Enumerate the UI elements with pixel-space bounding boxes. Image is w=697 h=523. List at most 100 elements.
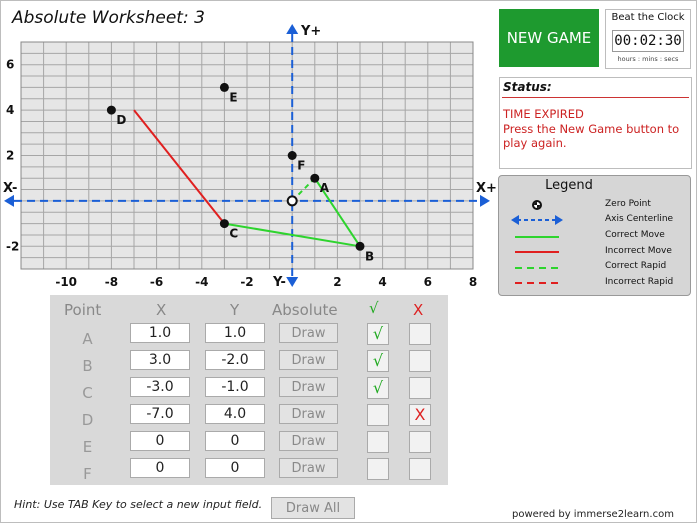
y-plus-label: Y+ xyxy=(301,24,322,39)
hint-text: Hint: Use TAB Key to select a new input … xyxy=(14,498,263,511)
x-plus-arrow-icon xyxy=(480,194,490,207)
row-a-point: A xyxy=(82,330,93,348)
point-c-label: C xyxy=(229,227,238,241)
beat-the-clock: Beat the Clock 00:02:30 hours : mins : s… xyxy=(605,9,691,69)
point-d-marker xyxy=(106,105,116,115)
y-plus-arrow-icon xyxy=(286,24,299,34)
x-tick-label: 2 xyxy=(333,275,341,289)
row-e-correct-box xyxy=(367,431,389,453)
row-d-incorrect-box: X xyxy=(409,404,431,426)
x-tick-label: -2 xyxy=(240,275,253,289)
legend-panel: Legend Zero Point Axis Centerline Correc… xyxy=(498,175,691,296)
point-a-marker xyxy=(310,173,320,183)
clock-time: 00:02:30 xyxy=(612,30,684,52)
clock-label: Beat the Clock xyxy=(611,12,685,23)
y-minus-label: Y- xyxy=(273,275,286,290)
legend-label-correct-move: Correct Move xyxy=(605,230,665,240)
column-header-y: Y xyxy=(230,301,240,319)
axis-centerline-icon xyxy=(511,215,563,225)
row-c-point: C xyxy=(82,384,93,402)
y-tick-label: -2 xyxy=(6,239,19,253)
row-a-draw-button[interactable]: Draw xyxy=(279,323,338,343)
x-minus-arrow-icon xyxy=(4,194,14,207)
y-minus-arrow-icon xyxy=(286,277,299,287)
status-message-instructions: Press the New Game button to play again. xyxy=(503,122,680,150)
status-divider xyxy=(502,97,689,98)
y-tick-label: 2 xyxy=(6,149,14,163)
y-tick-label: 4 xyxy=(6,103,14,117)
row-e-point: E xyxy=(82,438,93,456)
row-a-x-input[interactable]: 1.0 xyxy=(130,323,190,343)
row-a-y-input[interactable]: 1.0 xyxy=(205,323,265,343)
row-f-draw-button[interactable]: Draw xyxy=(279,458,338,478)
new-game-button[interactable]: NEW GAME xyxy=(499,9,599,67)
x-tick-label: -6 xyxy=(150,275,163,289)
column-header-x: X xyxy=(156,301,167,319)
legend-label-correct-rapid: Correct Rapid xyxy=(605,261,667,271)
column-header-check: √ xyxy=(369,299,379,317)
x-tick-label: -8 xyxy=(105,275,118,289)
row-d-correct-box xyxy=(367,404,389,426)
column-header-absolute: Absolute xyxy=(272,301,338,319)
x-minus-label: X- xyxy=(3,181,18,196)
point-e-label: E xyxy=(229,90,237,104)
row-e-y-input[interactable]: 0 xyxy=(205,431,265,451)
status-heading: Status: xyxy=(503,80,552,94)
x-plus-label: X+ xyxy=(476,181,497,196)
row-d-draw-button[interactable]: Draw xyxy=(279,404,338,424)
column-header-point: Point xyxy=(64,301,102,319)
x-tick-label: -4 xyxy=(195,275,208,289)
y-tick-label: 6 xyxy=(6,58,14,72)
point-d-label: D xyxy=(116,113,126,127)
row-b-incorrect-box xyxy=(409,350,431,372)
row-e-incorrect-box xyxy=(409,431,431,453)
row-d-x-input[interactable]: -7.0 xyxy=(130,404,190,424)
point-f-marker xyxy=(287,151,297,160)
row-c-incorrect-box xyxy=(409,377,431,399)
point-f-label: F xyxy=(297,159,305,173)
point-c-marker xyxy=(219,219,229,229)
x-tick-label: 4 xyxy=(378,275,386,289)
row-b-y-input[interactable]: -2.0 xyxy=(205,350,265,370)
coordinate-graph: -10 -8 -6 -4 -2 2 4 6 8 -2 2 4 6 A B C D E F xyxy=(4,24,490,289)
legend-label-incorrect-rapid: Incorrect Rapid xyxy=(605,277,674,287)
status-message-expired: TIME EXPIRED xyxy=(503,107,584,121)
legend-label-incorrect-move: Incorrect Move xyxy=(605,246,672,256)
x-tick-label: -10 xyxy=(55,275,77,289)
row-f-x-input[interactable]: 0 xyxy=(130,458,190,478)
point-b-label: B xyxy=(365,249,374,263)
column-header-cross: X xyxy=(413,301,424,319)
row-a-correct-box: √ xyxy=(367,323,389,345)
row-b-point: B xyxy=(82,357,93,375)
status-panel: Status: TIME EXPIRED Press the New Game … xyxy=(499,77,692,169)
row-b-x-input[interactable]: 3.0 xyxy=(130,350,190,370)
row-f-point: F xyxy=(83,465,92,483)
row-c-draw-button[interactable]: Draw xyxy=(279,377,338,397)
x-tick-label: 8 xyxy=(469,275,477,289)
powered-by-text: powered by immerse2learn.com xyxy=(512,509,674,520)
row-e-draw-button[interactable]: Draw xyxy=(279,431,338,451)
point-e-marker xyxy=(219,82,229,92)
legend-symbols xyxy=(511,200,563,284)
points-table: Point X Y Absolute √ X A 1.0 1.0 Draw √ … xyxy=(50,295,448,485)
row-f-y-input[interactable]: 0 xyxy=(205,458,265,478)
row-c-x-input[interactable]: -3.0 xyxy=(130,377,190,397)
x-tick-label: 6 xyxy=(424,275,432,289)
point-b-marker xyxy=(355,241,365,251)
row-f-correct-box xyxy=(367,458,389,480)
row-e-x-input[interactable]: 0 xyxy=(130,431,190,451)
legend-label-axis-centerline: Axis Centerline xyxy=(605,214,674,224)
legend-label-zero-point: Zero Point xyxy=(605,199,651,209)
row-b-draw-button[interactable]: Draw xyxy=(279,350,338,370)
zero-point-icon xyxy=(532,200,542,210)
row-f-incorrect-box xyxy=(409,458,431,480)
row-a-incorrect-box xyxy=(409,323,431,345)
clock-units: hours : mins : secs xyxy=(617,55,679,63)
point-a-label: A xyxy=(320,181,330,195)
row-d-y-input[interactable]: 4.0 xyxy=(205,404,265,424)
row-d-point: D xyxy=(81,411,94,429)
zero-point-icon-inner xyxy=(288,197,296,205)
row-c-y-input[interactable]: -1.0 xyxy=(205,377,265,397)
row-c-correct-box: √ xyxy=(367,377,389,399)
draw-all-button[interactable]: Draw All xyxy=(271,497,355,519)
